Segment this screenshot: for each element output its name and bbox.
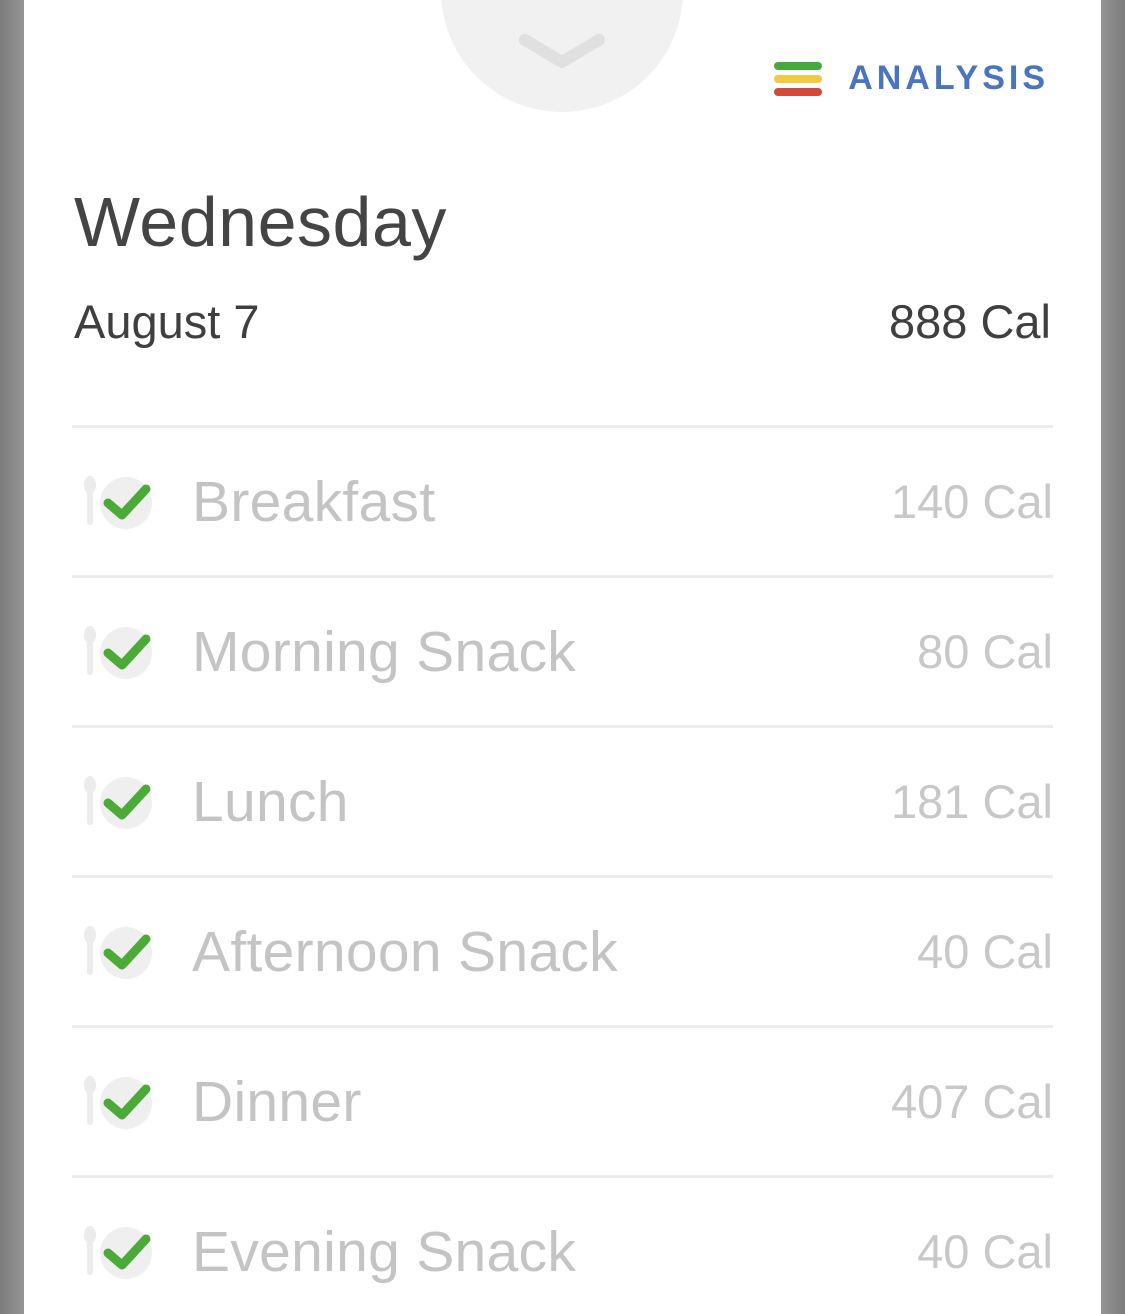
analysis-bars-icon (774, 59, 823, 97)
chevron-down-icon (519, 34, 605, 68)
meal-row-morning-snack[interactable]: Morning Snack 80 Cal (72, 575, 1053, 725)
day-detail-sheet: ANALYSIS Wednesday August 7 888 Cal Brea… (24, 0, 1101, 1314)
meal-name: Dinner (192, 1069, 362, 1134)
collapse-handle[interactable] (441, 0, 683, 112)
meal-row-breakfast[interactable]: Breakfast 140 Cal (72, 425, 1053, 575)
meal-calories: 40 Cal (917, 925, 1053, 978)
total-calories: 888 Cal (889, 295, 1051, 348)
meal-calories: 181 Cal (891, 775, 1053, 828)
meal-calories: 407 Cal (891, 1075, 1053, 1128)
meal-logged-check-icon (84, 626, 152, 679)
meal-row-dinner[interactable]: Dinner 407 Cal (72, 1025, 1053, 1175)
date-summary-row: August 7 888 Cal (74, 294, 1051, 349)
meal-row-evening-snack[interactable]: Evening Snack 40 Cal (72, 1175, 1053, 1314)
analysis-button[interactable]: ANALYSIS (774, 56, 1049, 100)
meal-logged-check-icon (84, 476, 152, 529)
meal-logged-check-icon (84, 1226, 152, 1279)
meal-row-afternoon-snack[interactable]: Afternoon Snack 40 Cal (72, 875, 1053, 1025)
background-dim-left (0, 0, 24, 1314)
meal-logged-check-icon (84, 776, 152, 829)
meal-name: Afternoon Snack (192, 919, 618, 984)
meal-row-lunch[interactable]: Lunch 181 Cal (72, 725, 1053, 875)
day-title: Wednesday (74, 183, 447, 261)
background-dim-right (1101, 0, 1125, 1314)
meal-calories: 140 Cal (891, 475, 1053, 528)
meal-name: Morning Snack (192, 619, 577, 684)
meal-logged-check-icon (84, 926, 152, 979)
meal-name: Lunch (192, 769, 349, 834)
meal-calories: 40 Cal (917, 1225, 1053, 1278)
date-label: August 7 (74, 295, 260, 348)
meal-name: Breakfast (192, 469, 436, 534)
meal-logged-check-icon (84, 1076, 152, 1129)
meal-calories: 80 Cal (917, 625, 1053, 678)
analysis-label: ANALYSIS (848, 58, 1049, 97)
meal-list: Breakfast 140 Cal Morning Snack 80 Cal L… (72, 425, 1053, 1314)
meal-name: Evening Snack (192, 1219, 577, 1284)
